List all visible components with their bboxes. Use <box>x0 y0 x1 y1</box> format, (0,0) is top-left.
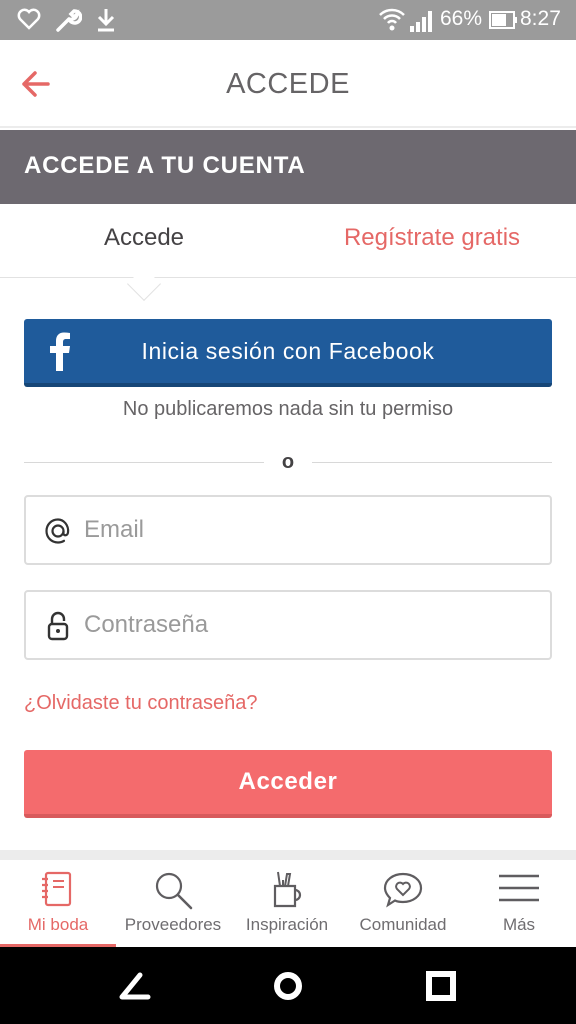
divider-or-text: o <box>281 451 295 473</box>
tab-register[interactable]: Regístrate gratis <box>288 224 576 252</box>
email-field[interactable] <box>24 495 552 565</box>
auth-tabs: Accede Regístrate gratis <box>0 204 576 278</box>
section-title: ACCEDE A TU CUENTA <box>24 152 306 179</box>
signal-icon <box>410 11 432 32</box>
nav-item-mi-boda[interactable]: Mi boda <box>0 860 116 947</box>
tab-login[interactable]: Accede <box>0 224 288 252</box>
login-submit-label: Acceder <box>238 768 338 795</box>
nav-label-inspiracion: Inspiración <box>245 915 329 934</box>
lock-icon <box>47 611 69 641</box>
password-field[interactable] <box>24 590 552 660</box>
nav-label-comunidad: Comunidad <box>359 915 447 934</box>
facebook-login-button[interactable]: Inicia sesión con Facebook <box>24 319 552 387</box>
section-band: ACCEDE A TU CUENTA <box>0 130 576 204</box>
status-clock: 8:27 <box>520 7 561 30</box>
at-sign-icon <box>45 518 70 544</box>
forgot-password-link[interactable]: ¿Olvidaste tu contraseña? <box>24 692 257 715</box>
app-header: ACCEDE <box>0 40 576 128</box>
email-input[interactable] <box>84 507 534 553</box>
heart-outline-icon <box>17 8 41 30</box>
search-icon <box>155 872 193 910</box>
content-separator <box>0 850 576 860</box>
password-input[interactable] <box>84 602 534 648</box>
battery-icon <box>489 11 517 29</box>
back-nav-icon[interactable] <box>118 969 152 1003</box>
download-icon <box>97 9 115 32</box>
facebook-login-label: Inicia sesión con Facebook <box>141 338 435 364</box>
pencil-cup-icon <box>273 871 302 908</box>
page-title: ACCEDE <box>226 68 350 100</box>
nav-item-mas[interactable]: Más <box>462 860 576 947</box>
system-navigation-bar <box>0 947 576 1024</box>
divider-line-right <box>312 462 552 463</box>
nav-label-proveedores: Proveedores <box>124 915 222 934</box>
nav-label-mi-boda: Mi boda <box>27 915 89 934</box>
wifi-icon <box>379 8 405 31</box>
login-submit-button[interactable]: Acceder <box>24 750 552 818</box>
nav-item-proveedores[interactable]: Proveedores <box>116 860 230 947</box>
battery-percent: 66% <box>440 7 483 30</box>
heart-chat-icon <box>383 872 423 908</box>
recents-nav-icon[interactable] <box>424 969 458 1003</box>
wrench-icon <box>56 9 82 32</box>
status-bar: 66% 8:27 <box>0 0 576 40</box>
home-nav-icon[interactable] <box>271 969 305 1003</box>
nav-label-mas: Más <box>502 915 536 934</box>
menu-icon <box>499 874 539 902</box>
nav-item-inspiracion[interactable]: Inspiración <box>230 860 344 947</box>
nav-item-comunidad[interactable]: Comunidad <box>344 860 462 947</box>
facebook-privacy-note: No publicaremos nada sin tu permiso <box>122 398 454 420</box>
notebook-icon <box>42 871 72 907</box>
divider-line-left <box>24 462 264 463</box>
bottom-navigation: Mi boda Proveedores Inspiración Comunida… <box>0 860 576 947</box>
